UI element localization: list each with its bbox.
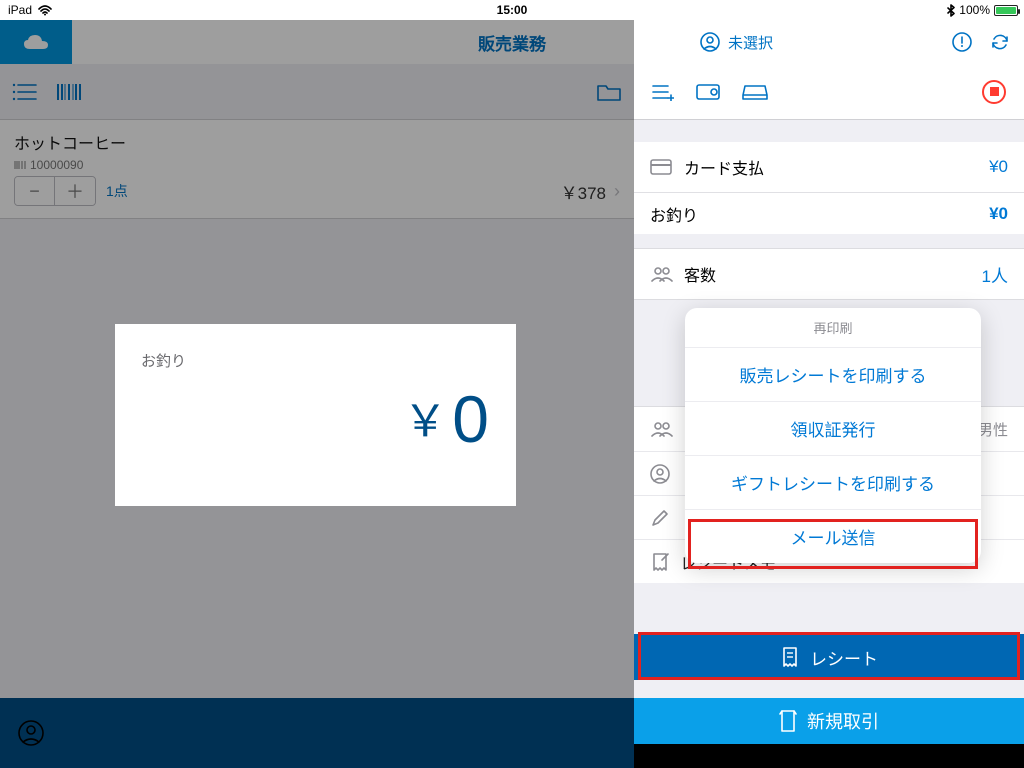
new-transaction-icon bbox=[779, 709, 797, 733]
new-transaction-label: 新規取引 bbox=[807, 708, 879, 734]
user-circle-icon bbox=[700, 32, 720, 52]
guests-row[interactable]: 客数 1人 bbox=[634, 249, 1024, 299]
app-root: iPad 15:00 100% 販売業務 未選択 bbox=[0, 0, 1024, 768]
drawer-icon[interactable] bbox=[742, 83, 768, 101]
clock: 15:00 bbox=[497, 3, 528, 17]
device-label: iPad bbox=[8, 3, 32, 17]
change-amount: ￥0 bbox=[141, 381, 490, 457]
highlight-send-mail bbox=[688, 519, 978, 569]
right-toolbar bbox=[634, 64, 1024, 120]
change-row-value: ¥0 bbox=[989, 204, 1008, 224]
ticket-icon[interactable] bbox=[696, 84, 720, 100]
gender-tag: 男性 bbox=[978, 419, 1008, 440]
user-selector[interactable]: 未選択 bbox=[700, 32, 773, 53]
option-print-sales-receipt[interactable]: 販売レシートを印刷する bbox=[685, 347, 981, 401]
change-row: お釣り ¥0 bbox=[634, 192, 1024, 234]
member-icon bbox=[650, 464, 670, 484]
stop-button[interactable] bbox=[982, 80, 1006, 104]
guests-value: 1人 bbox=[982, 262, 1008, 287]
card-icon bbox=[650, 159, 672, 175]
ios-status-bar: iPad 15:00 100% bbox=[0, 0, 1024, 20]
bluetooth-icon bbox=[947, 4, 955, 17]
guests-icon bbox=[650, 266, 674, 282]
new-transaction-button[interactable]: 新規取引 bbox=[634, 698, 1024, 744]
popover-header: 再印刷 bbox=[685, 308, 981, 347]
change-modal: お釣り ￥0 bbox=[115, 324, 516, 506]
pencil-icon bbox=[650, 508, 670, 528]
memo-icon bbox=[650, 552, 670, 572]
card-payment-label: カード支払 bbox=[684, 155, 764, 179]
change-row-label: お釣り bbox=[650, 202, 698, 226]
alert-icon[interactable] bbox=[952, 32, 972, 52]
guests-label: 客数 bbox=[684, 262, 716, 286]
user-label: 未選択 bbox=[728, 32, 773, 53]
option-issue-receipt[interactable]: 領収証発行 bbox=[685, 401, 981, 455]
battery-icon bbox=[994, 5, 1018, 16]
wifi-icon bbox=[38, 5, 52, 16]
people-icon bbox=[650, 421, 674, 437]
refresh-icon[interactable] bbox=[990, 32, 1010, 52]
option-print-gift-receipt[interactable]: ギフトレシートを印刷する bbox=[685, 455, 981, 509]
card-payment-row[interactable]: カード支払 ¥0 bbox=[634, 142, 1024, 192]
highlight-receipt-button bbox=[638, 632, 1020, 680]
battery-percent: 100% bbox=[959, 3, 990, 17]
card-payment-value: ¥0 bbox=[989, 157, 1008, 177]
change-label: お釣り bbox=[141, 350, 490, 371]
add-list-icon[interactable] bbox=[652, 83, 674, 101]
